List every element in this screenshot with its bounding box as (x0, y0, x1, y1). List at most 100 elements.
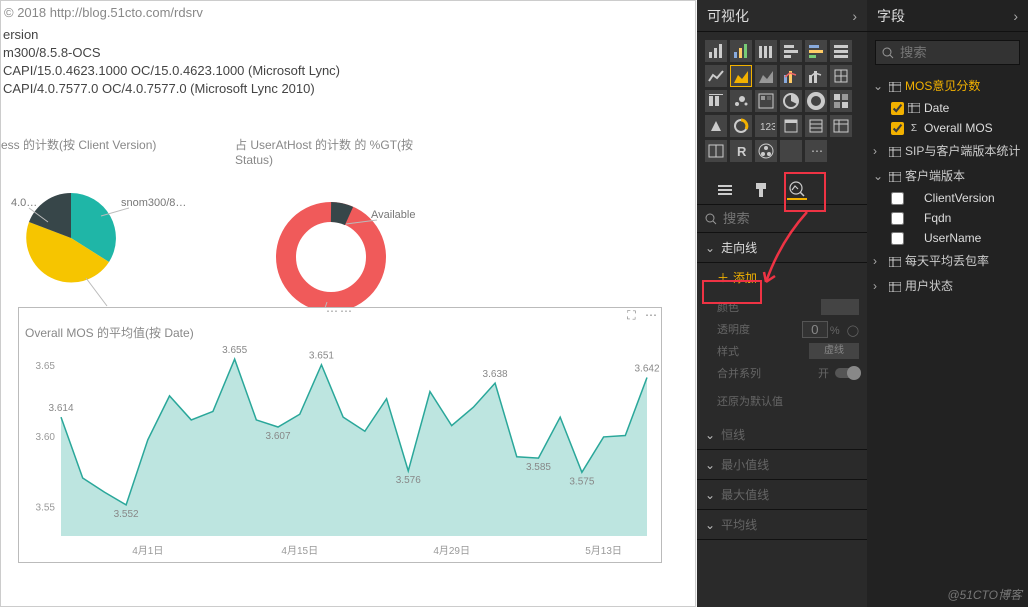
report-canvas: © 2018 http://blog.51cto.com/rdsrv ersio… (0, 0, 696, 607)
field-ClientVersion[interactable]: ClientVersion (867, 188, 1028, 208)
field-Date[interactable]: Date (867, 98, 1028, 118)
svg-text:⋯: ⋯ (811, 144, 823, 158)
caret-icon: ⌄ (873, 79, 885, 93)
viz-type-28[interactable]: ⋯ (805, 140, 827, 162)
chevron-right-icon[interactable]: › (1013, 0, 1018, 32)
viz-type-22[interactable] (805, 115, 827, 137)
viz-type-23[interactable] (830, 115, 852, 137)
viz-type-19[interactable] (730, 115, 752, 137)
toggle-switch[interactable] (835, 368, 859, 378)
field-table-每天平均丢包率[interactable]: ›每天平均丢包率 (867, 248, 1028, 273)
style-select[interactable]: 虚线 (809, 343, 859, 359)
chevron-right-icon[interactable]: › (852, 0, 857, 32)
field-Overall MOS[interactable]: ΣOverall MOS (867, 118, 1028, 138)
text-line: CAPI/15.0.4623.1000 OC/15.0.4623.1000 (M… (3, 62, 340, 80)
viz-type-9[interactable] (780, 65, 802, 87)
viz-type-12[interactable] (705, 90, 727, 112)
viz-type-16[interactable] (805, 90, 827, 112)
field-checkbox[interactable] (891, 102, 904, 115)
viz-type-18[interactable] (705, 115, 727, 137)
viz-type-13[interactable] (730, 90, 752, 112)
svg-text:3.552: 3.552 (114, 509, 139, 520)
viz-type-11[interactable] (830, 65, 852, 87)
more-options-icon[interactable]: ⋯ (645, 308, 657, 322)
radio-icon[interactable]: ◯ (847, 325, 859, 337)
field-label: ClientVersion (924, 191, 995, 205)
viz-type-10[interactable] (805, 65, 827, 87)
chart-title: Overall MOS 的平均值(按 Date) (25, 324, 194, 341)
viz-type-24[interactable] (705, 140, 727, 162)
watermark-text: @51CTO博客 (947, 586, 1022, 603)
drag-handle-icon[interactable]: ⋯⋯ (19, 304, 661, 318)
viz-search[interactable] (697, 204, 867, 233)
fields-tab-icon[interactable] (715, 180, 735, 200)
section-label: 最大值线 (721, 486, 769, 503)
text-line: m300/8.5.8-OCS (3, 44, 340, 62)
table-icon (889, 146, 901, 156)
section-max-line[interactable]: ⌄最大值线 (697, 480, 867, 510)
viz-type-5[interactable] (830, 40, 852, 62)
analytics-tab-icon[interactable] (787, 180, 807, 200)
opacity-input[interactable] (802, 321, 828, 338)
svg-text:3.60: 3.60 (36, 432, 56, 443)
viz-type-15[interactable] (780, 90, 802, 112)
search-input[interactable] (723, 211, 823, 226)
field-checkbox[interactable] (891, 122, 904, 135)
caret-down-icon: ⌄ (705, 458, 715, 472)
viz-type-25[interactable]: R (730, 140, 752, 162)
viz-type-8[interactable] (755, 65, 777, 87)
format-tab-icon[interactable] (751, 180, 771, 200)
caret-down-icon: ⌄ (705, 241, 715, 255)
viz-type-2[interactable] (755, 40, 777, 62)
field-table-用户状态[interactable]: ›用户状态 (867, 273, 1028, 298)
visualizations-panel: 可视化 › 123R⋯ ⌄走向线 ＋添加 颜色 透明度% ◯ 样式虚线 合并系列… (697, 0, 867, 607)
viz-type-1[interactable] (730, 40, 752, 62)
viz-type-26[interactable] (755, 140, 777, 162)
fields-search[interactable] (875, 40, 1020, 65)
viz-type-17[interactable] (830, 90, 852, 112)
focus-mode-icon[interactable]: ⛶ (627, 308, 635, 322)
search-input[interactable] (900, 45, 1000, 60)
caret-down-icon: ⌄ (705, 518, 715, 532)
pie-chart-client-version[interactable]: ess 的计数(按 Client Version) 4.0… snom300/8… (1, 136, 221, 318)
section-constant-line[interactable]: ⌄恒线 (697, 420, 867, 450)
color-swatch[interactable] (821, 299, 859, 315)
field-checkbox[interactable] (891, 192, 904, 205)
field-table-SIP与客户端版本统计[interactable]: ›SIP与客户端版本统计 (867, 138, 1028, 163)
viz-type-14[interactable] (755, 90, 777, 112)
viz-type-7[interactable] (730, 65, 752, 87)
section-avg-line[interactable]: ⌄平均线 (697, 510, 867, 540)
viz-type-0[interactable] (705, 40, 727, 62)
table-icon (889, 281, 901, 291)
viz-type-3[interactable] (780, 40, 802, 62)
svg-text:3.55: 3.55 (36, 503, 56, 514)
viz-type-20[interactable]: 123 (755, 115, 777, 137)
section-trend-line[interactable]: ⌄走向线 (697, 233, 867, 263)
field-table-MOS意见分数[interactable]: ⌄MOS意见分数 (867, 73, 1028, 98)
svg-text:4月1日: 4月1日 (132, 545, 163, 557)
caret-icon: › (873, 279, 885, 293)
svg-text:snom300/8…: snom300/8… (121, 197, 186, 209)
section-min-line[interactable]: ⌄最小值线 (697, 450, 867, 480)
viz-type-27[interactable] (780, 140, 802, 162)
field-checkbox[interactable] (891, 212, 904, 225)
plus-icon: ＋ (717, 269, 729, 286)
field-table-客户端版本[interactable]: ⌄客户端版本 (867, 163, 1028, 188)
donut-chart-status[interactable]: 占 UserAtHost 的计数 的 %GT(按 Status) Availab… (231, 136, 451, 332)
viz-type-4[interactable] (805, 40, 827, 62)
svg-text:3.65: 3.65 (36, 361, 56, 372)
svg-text:5月13日: 5月13日 (585, 545, 622, 557)
field-Fqdn[interactable]: Fqdn (867, 208, 1028, 228)
panel-header[interactable]: 可视化 › (697, 0, 867, 32)
field-checkbox[interactable] (891, 232, 904, 245)
svg-text:3.614: 3.614 (48, 403, 73, 414)
viz-type-21[interactable] (780, 115, 802, 137)
reset-defaults-link[interactable]: 还原为默认值 (717, 393, 783, 409)
text-line: CAPI/4.0.7577.0 OC/4.0.7577.0 (Microsoft… (3, 80, 340, 98)
add-trend-line-button[interactable]: ＋添加 (697, 263, 777, 292)
panel-header[interactable]: 字段 › (867, 0, 1028, 32)
field-label: UserName (924, 231, 981, 245)
line-chart-panel[interactable]: ⋯⋯ ⛶ ⋯ Overall MOS 的平均值(按 Date) 3.55 3.60… (18, 307, 662, 563)
viz-type-6[interactable] (705, 65, 727, 87)
field-UserName[interactable]: UserName (867, 228, 1028, 248)
